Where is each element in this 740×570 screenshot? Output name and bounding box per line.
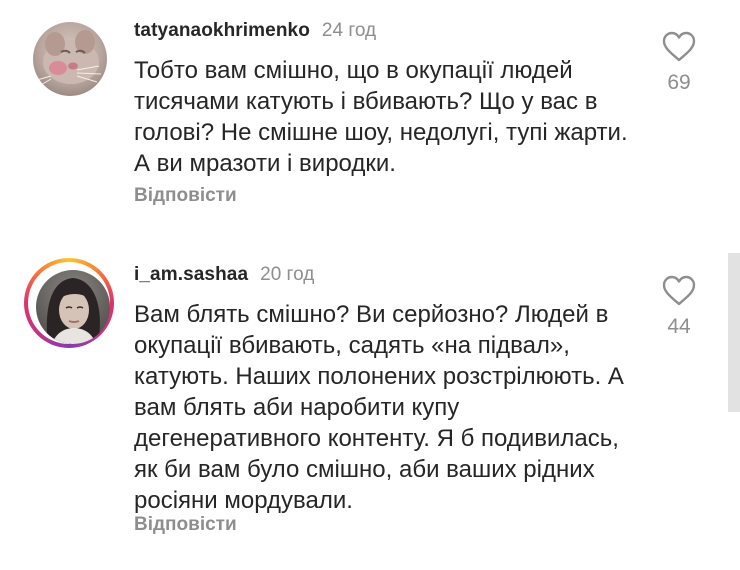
like-count: 69 [667, 71, 691, 94]
timestamp: 24 год [321, 20, 377, 41]
heart-outline-icon[interactable] [662, 31, 696, 63]
timestamp: 20 год [260, 264, 315, 285]
scrollbar[interactable] [728, 253, 740, 412]
comment-header: i_am.sashaa 20 год [134, 264, 314, 286]
comment-text: Вам блять смішно? Ви серйозно? Людей в о… [134, 301, 624, 514]
comments-page: tatyanaokhrimenko 24 год Тобто вам смішн… [0, 0, 740, 570]
cat-photo-avatar [33, 22, 107, 96]
avatar[interactable] [33, 22, 107, 96]
woman-photo-avatar [36, 270, 110, 344]
comment-item: i_am.sashaa 20 год Вам блять смішно? Ви … [0, 255, 740, 570]
story-ring[interactable] [24, 258, 114, 348]
comment-text: Тобто вам смішно, що в окупації людей ти… [134, 57, 628, 177]
heart-outline-icon[interactable] [662, 275, 696, 307]
like-column: 69 [655, 31, 703, 95]
like-column: 44 [655, 275, 703, 339]
like-count: 44 [667, 315, 691, 338]
avatar[interactable] [36, 270, 110, 344]
comment-item: tatyanaokhrimenko 24 год Тобто вам смішн… [0, 0, 740, 230]
story-ring-gap [28, 262, 110, 344]
username[interactable]: i_am.sashaa [134, 264, 248, 286]
username[interactable]: tatyanaokhrimenko [134, 20, 310, 42]
reply-button[interactable]: Відповісти [134, 185, 237, 207]
comment-header: tatyanaokhrimenko 24 год [134, 20, 376, 42]
reply-button[interactable]: Відповісти [134, 514, 237, 536]
